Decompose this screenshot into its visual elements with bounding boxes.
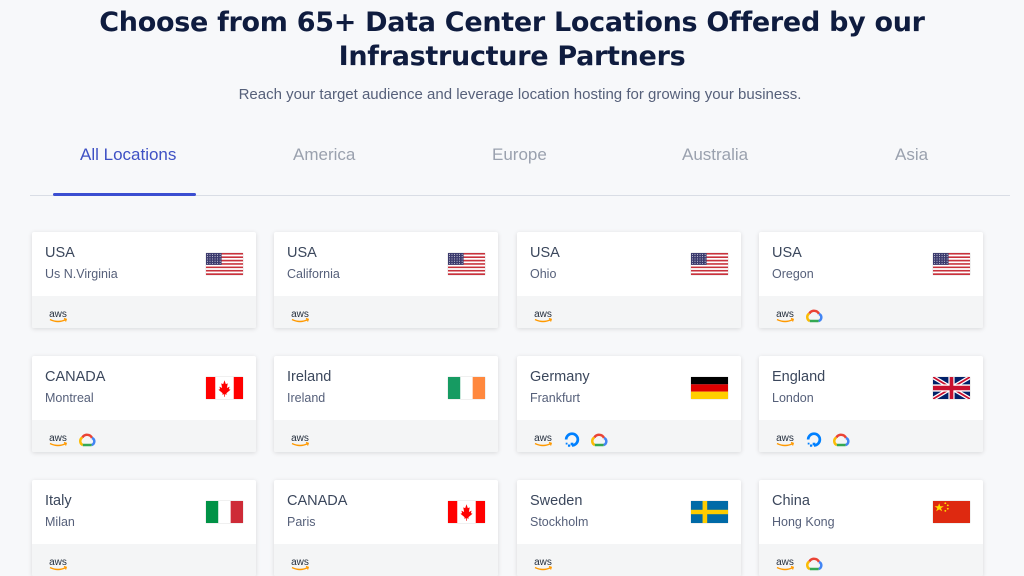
google-cloud-logo-icon (77, 431, 97, 449)
flag-se-icon (691, 501, 728, 523)
location-city: Oregon (772, 267, 814, 281)
location-country: Germany (530, 369, 590, 385)
provider-list: aws (274, 296, 498, 328)
location-country: CANADA (45, 369, 106, 385)
flag-cn-icon (933, 501, 970, 523)
flag-it-icon (206, 501, 243, 523)
aws-logo-icon: aws (288, 307, 312, 325)
flag-us-icon (933, 253, 970, 275)
location-card[interactable]: Sweden Stockholm aws (517, 480, 741, 576)
location-country: Sweden (530, 493, 583, 509)
provider-list: aws (32, 544, 256, 576)
flag-gb-icon (932, 375, 971, 401)
aws-logo-icon: aws (46, 307, 70, 325)
page-title-line-1: Choose from 65+ Data Center Locations Of… (99, 7, 925, 38)
location-card[interactable]: USA Us N.Virginia aws (32, 232, 256, 328)
google-cloud-logo-icon (804, 555, 824, 573)
location-city: Frankfurt (530, 391, 581, 405)
location-card[interactable]: Germany Frankfurt aws (517, 356, 741, 452)
aws-logo-icon: aws (773, 555, 797, 573)
google-cloud-logo-icon (831, 431, 851, 449)
location-city: Ohio (530, 267, 557, 281)
location-card[interactable]: USA California aws (274, 232, 498, 328)
tab-america[interactable]: America (293, 145, 355, 165)
provider-list: aws (32, 420, 256, 452)
provider-list: aws (517, 544, 741, 576)
location-city: Ireland (287, 391, 326, 405)
location-country: China (772, 493, 810, 509)
provider-list: aws (517, 420, 741, 452)
tab-asia[interactable]: Asia (895, 145, 928, 165)
aws-logo-icon: aws (773, 307, 797, 325)
region-tabs: All Locations America Europe Australia A… (30, 130, 1010, 196)
location-country: Italy (45, 493, 72, 509)
provider-list: aws (274, 544, 498, 576)
digitalocean-logo-icon (804, 431, 824, 449)
page-subtitle: Reach your target audience and leverage … (238, 86, 802, 103)
provider-list: aws (517, 296, 741, 328)
flag-us-icon (448, 253, 485, 275)
location-city: Milan (45, 515, 75, 529)
tab-all-locations[interactable]: All Locations (80, 145, 176, 165)
location-city: Stockholm (530, 515, 589, 529)
aws-logo-icon: aws (773, 431, 797, 449)
provider-list: aws (32, 296, 256, 328)
tab-australia[interactable]: Australia (682, 145, 748, 165)
location-card[interactable]: USA Oregon aws (759, 232, 983, 328)
location-country: USA (772, 245, 802, 261)
location-country: USA (530, 245, 560, 261)
aws-logo-icon: aws (46, 555, 70, 573)
aws-logo-icon: aws (531, 307, 555, 325)
location-city: Us N.Virginia (45, 267, 118, 281)
location-country: USA (45, 245, 75, 261)
location-card[interactable]: Ireland Ireland aws (274, 356, 498, 452)
flag-us-icon (691, 253, 728, 275)
flag-ie-icon (448, 377, 485, 399)
flag-us-icon (206, 253, 243, 275)
provider-list: aws (759, 296, 983, 328)
flag-ca-icon (448, 501, 485, 523)
location-country: CANADA (287, 493, 348, 509)
page-title-line-2: Infrastructure Partners (338, 41, 686, 72)
google-cloud-logo-icon (804, 307, 824, 325)
location-country: USA (287, 245, 317, 261)
location-card[interactable]: China Hong Kong aws (759, 480, 983, 576)
provider-list: aws (274, 420, 498, 452)
location-card[interactable]: CANADA Montreal aws (32, 356, 256, 452)
location-card[interactable]: Italy Milan aws (32, 480, 256, 576)
location-card[interactable]: CANADA Paris aws (274, 480, 498, 576)
provider-list: aws (759, 544, 983, 576)
aws-logo-icon: aws (531, 555, 555, 573)
page-title: Choose from 65+ Data Center Locations Of… (0, 6, 1024, 74)
location-city: London (772, 391, 814, 405)
location-card[interactable]: England London aws (759, 356, 983, 452)
aws-logo-icon: aws (288, 555, 312, 573)
location-country: Ireland (287, 369, 332, 385)
google-cloud-logo-icon (589, 431, 609, 449)
location-city: California (287, 267, 340, 281)
provider-list: aws (759, 420, 983, 452)
location-city: Montreal (45, 391, 94, 405)
location-city: Paris (287, 515, 316, 529)
location-card[interactable]: USA Ohio aws (517, 232, 741, 328)
tab-europe[interactable]: Europe (492, 145, 547, 165)
flag-ca-icon (206, 377, 243, 399)
aws-logo-icon: aws (288, 431, 312, 449)
digitalocean-logo-icon (562, 431, 582, 449)
aws-logo-icon: aws (46, 431, 70, 449)
aws-logo-icon: aws (531, 431, 555, 449)
active-tab-indicator (53, 193, 196, 196)
flag-de-icon (691, 377, 728, 399)
location-city: Hong Kong (772, 515, 835, 529)
location-country: England (772, 369, 826, 385)
